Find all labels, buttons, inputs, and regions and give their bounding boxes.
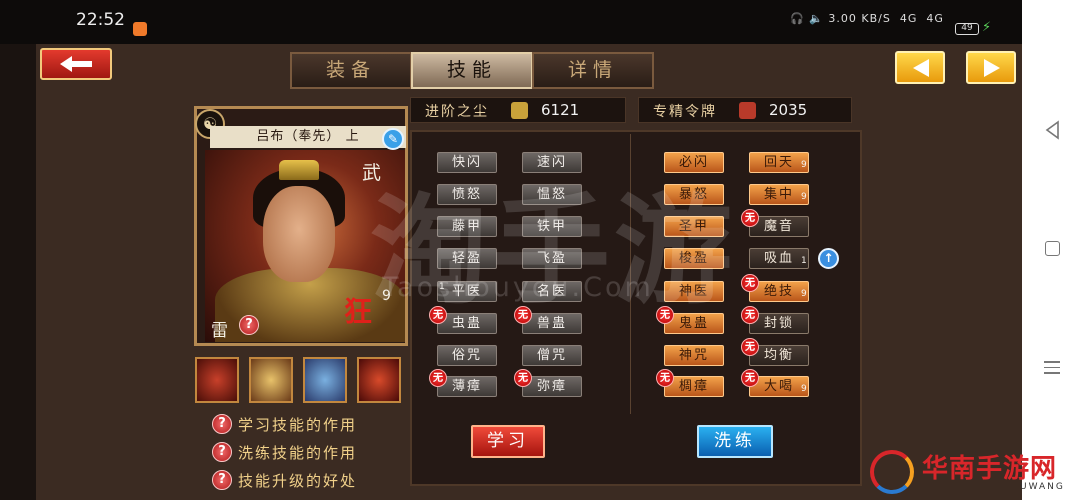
skill-level: 9: [801, 160, 807, 170]
locked-badge-icon: 无: [656, 369, 674, 387]
question-icon: ?: [212, 414, 232, 434]
resource-token: 专精令牌 2035: [638, 97, 852, 123]
status-indicators: 🎧 🔈 3.00 KB/S 4G 4G: [790, 12, 944, 25]
token-value: 2035: [769, 101, 808, 119]
locked-badge-icon: 无: [741, 369, 759, 387]
help-learn[interactable]: ? 学习技能的作用: [212, 413, 357, 435]
network-speed: 3.00 KB/S: [828, 12, 891, 25]
skill-right-3[interactable]: 集中: [749, 184, 809, 205]
hero-element: 雷: [211, 321, 228, 341]
signal-1: 4G: [899, 12, 918, 25]
status-time: 22:52: [76, 10, 125, 30]
charging-icon: ⚡: [982, 20, 992, 35]
app-notification-icon: [133, 22, 147, 36]
watermark-url: Taoshouyou.Com: [382, 272, 654, 303]
dust-icon: [511, 102, 528, 119]
battery-icon: 49: [955, 23, 979, 35]
watermark-corner-name: 华南手游网: [922, 454, 1058, 484]
skill-level: 9: [801, 289, 807, 299]
help-refine[interactable]: ? 洗练技能的作用: [212, 441, 357, 463]
left-rail: [0, 44, 36, 500]
help-refine-label: 洗练技能的作用: [238, 443, 358, 462]
signal-2: 4G: [926, 12, 944, 25]
site-logo-icon: [870, 450, 914, 494]
triangle-left-icon: [913, 59, 929, 77]
skill-level: 1: [801, 256, 807, 266]
tab-details[interactable]: 详情: [532, 52, 654, 89]
hero-title: 吕布（奉先） 上: [210, 126, 406, 148]
dust-value: 6121: [541, 101, 580, 119]
prev-hero-button[interactable]: [895, 51, 945, 84]
tab-equipment[interactable]: 装备: [290, 52, 412, 89]
locked-badge-icon: 无: [429, 369, 447, 387]
skill-right-7[interactable]: 吸血: [749, 248, 809, 269]
skill-level: 9: [801, 384, 807, 394]
token-icon: [739, 102, 756, 119]
skill-level: 9: [801, 192, 807, 202]
question-icon: ?: [212, 442, 232, 462]
skill-right-12[interactable]: 神咒: [664, 345, 724, 366]
status-bar: 22:52 🎧 🔈 3.00 KB/S 4G 4G 49 ⚡: [0, 0, 1022, 44]
help-upgrade[interactable]: ? 技能升级的好处: [212, 469, 357, 491]
locked-badge-icon: 无: [741, 274, 759, 292]
arrow-left-icon: [60, 56, 92, 72]
help-upgrade-label: 技能升级的好处: [238, 471, 358, 490]
tab-skills[interactable]: 技能: [411, 52, 533, 89]
nav-recents-icon[interactable]: [1044, 361, 1060, 375]
hero-trait: 狂: [344, 295, 373, 328]
equip-slot-accessory[interactable]: [357, 357, 401, 403]
dust-label: 进阶之尘: [425, 104, 489, 120]
learn-button[interactable]: 学习: [471, 425, 545, 458]
question-icon: ?: [212, 470, 232, 490]
equip-slot-weapon[interactable]: [195, 357, 239, 403]
locked-badge-icon: 无: [741, 306, 759, 324]
hero-name: 吕布（奉先）: [256, 129, 341, 144]
locked-badge-icon: 无: [514, 369, 532, 387]
hero-rank: 上: [345, 129, 360, 144]
pencil-icon[interactable]: ✎: [382, 128, 404, 150]
help-learn-label: 学习技能的作用: [238, 415, 358, 434]
locked-badge-icon: 无: [741, 209, 759, 227]
resource-dust: 进阶之尘 6121: [410, 97, 626, 123]
nav-back-icon[interactable]: [1044, 120, 1060, 140]
locked-badge-icon: 无: [741, 338, 759, 356]
next-hero-button[interactable]: [966, 51, 1016, 84]
token-label: 专精令牌: [653, 104, 717, 120]
triangle-right-icon: [984, 59, 1000, 77]
nav-home-icon[interactable]: [1045, 241, 1060, 256]
skill-right-1[interactable]: 回天: [749, 152, 809, 173]
element-help-icon[interactable]: ?: [239, 315, 259, 335]
skill-left-12[interactable]: 俗咒: [437, 345, 497, 366]
refine-button[interactable]: 洗练: [697, 425, 773, 458]
watermark-corner: 华南手游网 UWANG: [870, 448, 1080, 500]
watermark-corner-sub: UWANG: [1020, 482, 1065, 492]
skill-left-13[interactable]: 僧咒: [522, 345, 582, 366]
arrow-up-icon[interactable]: ↑: [818, 248, 839, 269]
back-button[interactable]: [40, 48, 112, 80]
equip-slot-armor[interactable]: [249, 357, 293, 403]
equip-slot-mount[interactable]: [303, 357, 347, 403]
